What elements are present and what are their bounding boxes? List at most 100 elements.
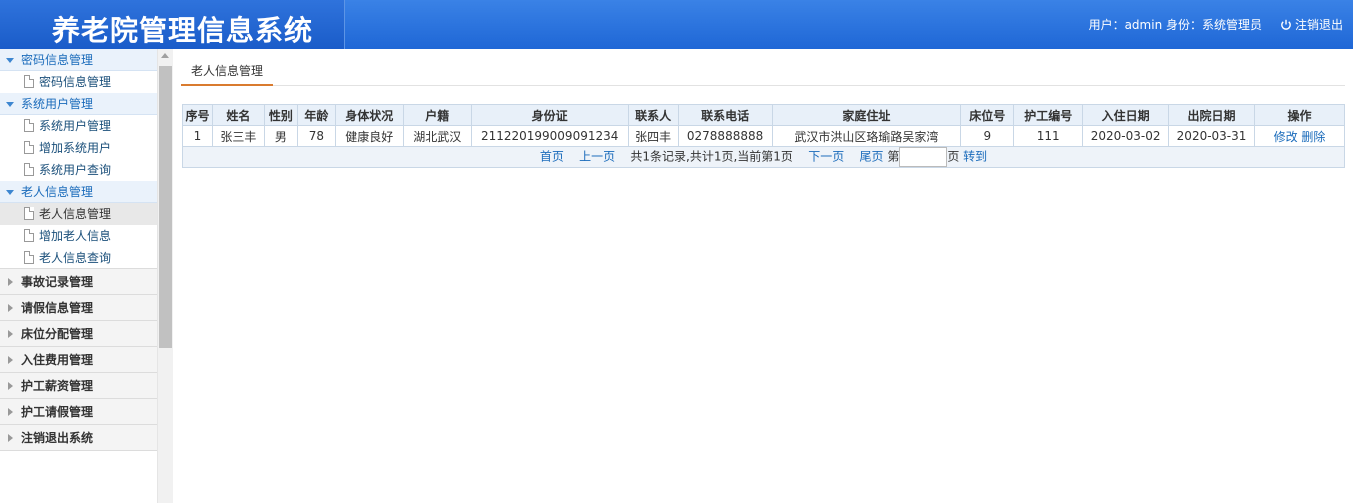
scroll-up-arrow-icon[interactable] (161, 53, 169, 58)
menu-group-label: 注销退出系统 (21, 431, 94, 445)
sidebar-item-label: 老人信息管理 (39, 207, 112, 221)
sidebar-item-user-manage[interactable]: 系统用户管理 (0, 115, 157, 137)
column-header: 家庭住址 (771, 104, 962, 126)
sidebar-item-label: 密码信息管理 (39, 75, 112, 89)
column-header: 操作 (1254, 104, 1345, 126)
sidebar-item-label: 系统用户管理 (39, 119, 112, 133)
tab-bar: 老人信息管理 (181, 49, 1345, 86)
menu-group-fees[interactable]: 入住费用管理 (0, 347, 157, 373)
menu-group-leave[interactable]: 请假信息管理 (0, 295, 157, 321)
cell-gender: 男 (263, 125, 298, 147)
column-header: 入住日期 (1082, 104, 1170, 126)
sidebar-scrollbar[interactable] (157, 49, 173, 503)
menu-group-caregiver-salary[interactable]: 护工薪资管理 (0, 373, 157, 399)
menu-group-bed[interactable]: 床位分配管理 (0, 321, 157, 347)
cell-health: 健康良好 (334, 125, 404, 147)
first-page-link[interactable]: 首页 (540, 150, 564, 164)
menu-group-password[interactable]: 密码信息管理 (0, 49, 157, 71)
column-header: 年龄 (296, 104, 336, 126)
table-row: 1 张三丰 男 78 健康良好 湖北武汉 211220199009091234 … (182, 125, 1345, 147)
pager-row: 首页 上一页 共1条记录,共计1页,当前第1页 下一页 尾页 第 页 转到 (182, 146, 1345, 168)
menu-group-label: 入住费用管理 (21, 353, 94, 367)
menu-group-label: 床位分配管理 (21, 327, 94, 341)
caret-down-icon (6, 58, 14, 63)
menu-group-elderly[interactable]: 老人信息管理 (0, 181, 157, 203)
column-header: 联系人 (627, 104, 679, 126)
menu-group-logout[interactable]: 注销退出系统 (0, 425, 157, 451)
menu-group-caregiver-leave[interactable]: 护工请假管理 (0, 399, 157, 425)
sidebar-item-elderly-manage[interactable]: 老人信息管理 (0, 203, 157, 225)
sidebar-item-elderly-add[interactable]: 增加老人信息 (0, 225, 157, 247)
document-icon (24, 141, 34, 154)
menu-group-label: 请假信息管理 (21, 301, 94, 315)
user-info: 用户：admin 身份：系统管理员 (1088, 18, 1262, 32)
page-number-input[interactable] (899, 147, 948, 167)
caret-down-icon (6, 190, 14, 195)
sidebar-item-label: 增加系统用户 (39, 141, 112, 155)
menu-group-label: 老人信息管理 (21, 185, 94, 199)
menu-group-label: 密码信息管理 (21, 53, 94, 67)
next-page-link[interactable]: 下一页 (808, 150, 844, 164)
menu-group-system-users[interactable]: 系统用户管理 (0, 93, 157, 115)
column-header: 身份证 (470, 104, 629, 126)
menu-group-label: 事故记录管理 (21, 275, 94, 289)
page-suffix-label: 页 (947, 149, 960, 164)
caret-right-icon (8, 278, 13, 286)
sidebar-item-label: 老人信息查询 (39, 251, 112, 265)
caret-right-icon (8, 304, 13, 312)
logout-button[interactable]: 注销退出 (1280, 16, 1343, 33)
column-header: 身体状况 (334, 104, 404, 126)
document-icon (24, 75, 34, 88)
document-icon (24, 229, 34, 242)
sidebar: 密码信息管理 密码信息管理 系统用户管理 系统用户管理 增加系统用户 系统用户查… (0, 49, 173, 503)
caret-right-icon (8, 356, 13, 364)
prev-page-link[interactable]: 上一页 (579, 150, 615, 164)
column-header: 户籍 (402, 104, 472, 126)
column-header: 序号 (182, 104, 213, 126)
sidebar-item-user-add[interactable]: 增加系统用户 (0, 137, 157, 159)
document-icon (24, 119, 34, 132)
cell-age: 78 (296, 125, 336, 147)
sidebar-item-elderly-query[interactable]: 老人信息查询 (0, 247, 157, 269)
cell-phone: 0278888888 (677, 125, 773, 147)
caret-right-icon (8, 408, 13, 416)
app-title: 养老院管理信息系统 (52, 14, 314, 47)
caret-right-icon (8, 434, 13, 442)
logo-area: 养老院管理信息系统 (0, 0, 345, 49)
pager: 首页 上一页 共1条记录,共计1页,当前第1页 下一页 尾页 第 页 转到 (182, 146, 1345, 168)
table-header-row: 序号 姓名 性别 年龄 身体状况 户籍 身份证 联系人 联系电话 家庭住址 床位… (182, 104, 1345, 126)
cell-actions: 修改 删除 (1254, 125, 1345, 147)
cell-caregiver-id: 111 (1013, 125, 1084, 147)
logout-label: 注销退出 (1294, 18, 1343, 32)
cell-contact: 张四丰 (627, 125, 679, 147)
sidebar-item-label: 增加老人信息 (39, 229, 112, 243)
menu-group-label: 系统用户管理 (21, 97, 94, 111)
main-content: 老人信息管理 序号 姓名 性别 年龄 身体状况 户籍 身份证 联系人 联系电话 … (173, 49, 1353, 503)
cell-name: 张三丰 (211, 125, 265, 147)
pager-summary: 共1条记录,共计1页,当前第1页 (630, 149, 793, 164)
delete-link[interactable]: 删除 (1301, 130, 1325, 144)
cell-checkout-date: 2020-03-31 (1168, 125, 1256, 147)
document-icon (24, 251, 34, 264)
sidebar-item-password-manage[interactable]: 密码信息管理 (0, 71, 157, 93)
column-header: 护工编号 (1013, 104, 1084, 126)
power-icon (1281, 19, 1291, 30)
caret-down-icon (6, 102, 14, 107)
tab-elderly-manage[interactable]: 老人信息管理 (181, 49, 274, 86)
menu-group-accident[interactable]: 事故记录管理 (0, 269, 157, 295)
top-header: 养老院管理信息系统 用户：admin 身份：系统管理员 注销退出 (0, 0, 1353, 49)
edit-link[interactable]: 修改 (1274, 130, 1298, 144)
goto-page-link[interactable]: 转到 (963, 150, 987, 164)
last-page-link[interactable]: 尾页 (859, 150, 883, 164)
sidebar-menu: 密码信息管理 密码信息管理 系统用户管理 系统用户管理 增加系统用户 系统用户查… (0, 49, 157, 451)
sidebar-item-user-query[interactable]: 系统用户查询 (0, 159, 157, 181)
menu-group-label: 护工请假管理 (21, 405, 94, 419)
caret-right-icon (8, 382, 13, 390)
cell-bed: 9 (960, 125, 1015, 147)
page-prefix-label: 第 (887, 149, 900, 164)
cell-address: 武汉市洪山区珞瑜路吴家湾 (771, 125, 962, 147)
elderly-table: 序号 姓名 性别 年龄 身体状况 户籍 身份证 联系人 联系电话 家庭住址 床位… (182, 104, 1345, 168)
column-header: 床位号 (960, 104, 1015, 126)
scroll-thumb[interactable] (159, 66, 172, 348)
menu-group-label: 护工薪资管理 (21, 379, 94, 393)
